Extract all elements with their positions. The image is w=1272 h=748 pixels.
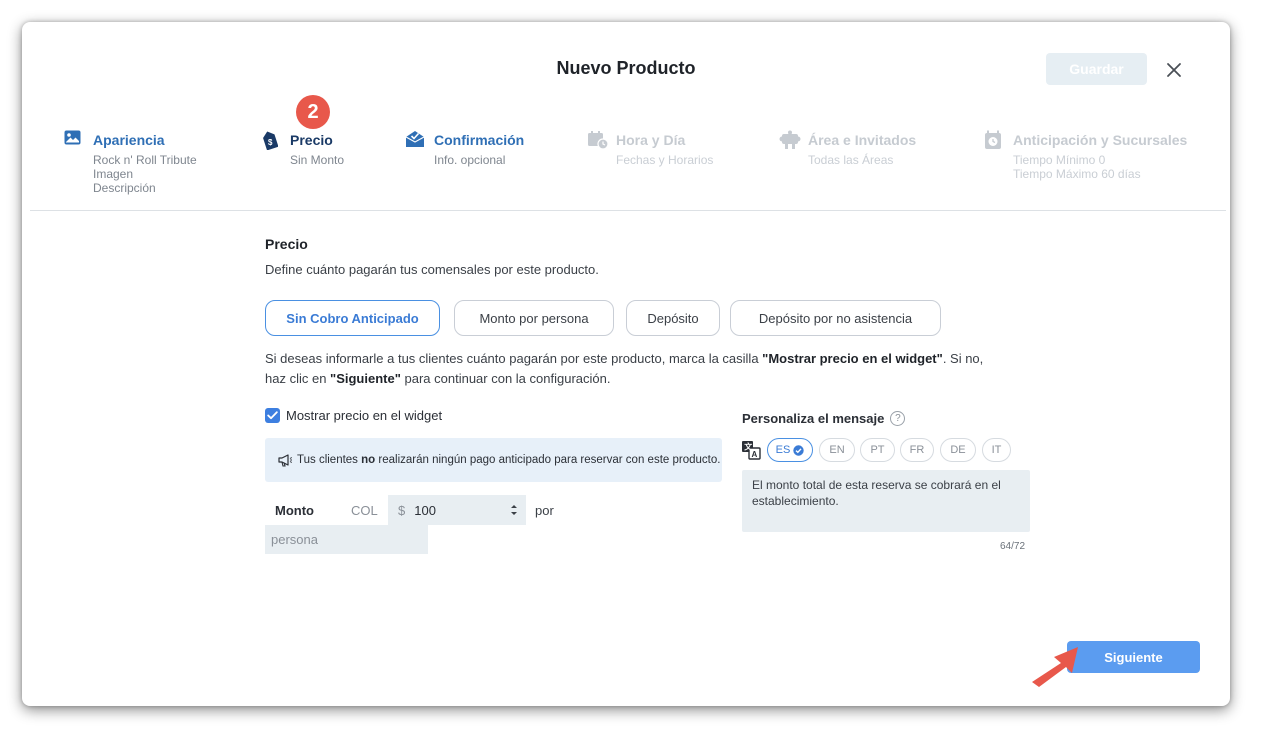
notice-text-part: realizarán ningún pago anticipado para r… <box>375 453 721 466</box>
timer-icon <box>984 130 1002 149</box>
step-label: Anticipación y Sucursales <box>1013 132 1188 148</box>
stepper-divider <box>30 210 1226 211</box>
step-sub-line: Todas las Áreas <box>808 153 894 167</box>
envelope-check-icon <box>405 130 425 148</box>
show-price-checkbox-row[interactable]: Mostrar precio en el widget <box>265 408 442 423</box>
info-text-part: Si deseas informarle a tus clientes cuán… <box>265 351 763 366</box>
step-sub: Tiempo Mínimo 0 Tiempo Máximo 60 días <box>1013 153 1141 181</box>
custom-message-textarea[interactable]: El monto total de esta reserva se cobrar… <box>742 470 1030 532</box>
calendar-clock-icon <box>587 130 609 150</box>
option-sin-cobro-anticipado[interactable]: Sin Cobro Anticipado <box>265 300 440 336</box>
info-text-bold: "Siguiente" <box>330 371 401 386</box>
show-price-checkbox[interactable] <box>265 408 280 423</box>
step-label: Precio <box>290 132 333 148</box>
customize-message-title: Personaliza el mensaje ? <box>742 411 906 426</box>
number-spinner-icon[interactable] <box>510 503 518 517</box>
per-label: por <box>535 503 554 518</box>
step-label: Hora y Día <box>616 132 686 148</box>
check-icon <box>267 411 278 420</box>
language-it[interactable]: IT <box>982 438 1011 462</box>
next-button[interactable]: Siguiente <box>1067 641 1200 673</box>
price-tag-icon: $ <box>261 130 279 151</box>
step-sub: Rock n' Roll Tribute Imagen Descripción <box>93 153 197 195</box>
step-sub: Sin Monto <box>290 153 344 167</box>
new-product-modal: Nuevo Producto Guardar 2 Apariencia Rock… <box>22 22 1230 706</box>
per-unit-select[interactable]: persona <box>265 525 428 554</box>
notice-text: Tus clientes no realizarán ningún pago a… <box>297 453 720 468</box>
show-price-label: Mostrar precio en el widget <box>286 408 443 423</box>
language-label: ES <box>775 444 791 456</box>
price-section-title: Precio <box>265 236 308 252</box>
image-icon <box>64 130 82 148</box>
area-guests-icon <box>779 130 801 149</box>
step-sub: Fechas y Horarios <box>616 153 713 167</box>
save-button[interactable]: Guardar <box>1046 53 1147 85</box>
option-monto-por-persona[interactable]: Monto por persona <box>454 300 614 336</box>
svg-text:$: $ <box>268 138 273 147</box>
step-sub-line: Tiempo Mínimo 0 <box>1013 153 1106 167</box>
close-icon[interactable] <box>1162 58 1186 82</box>
step-label: Confirmación <box>434 132 525 148</box>
svg-text:A: A <box>752 450 758 459</box>
language-en[interactable]: EN <box>819 438 855 462</box>
info-text-part: para continuar con la configuración. <box>400 371 611 386</box>
character-counter: 64/72 <box>1000 541 1026 552</box>
active-step-badge: 2 <box>296 95 330 129</box>
step-sub-line: Descripción <box>93 181 156 195</box>
megaphone-icon <box>277 452 293 468</box>
translate-icon: 文A <box>741 440 761 460</box>
currency-code: COL <box>351 503 378 518</box>
price-section-description: Define cuánto pagarán tus comensales por… <box>265 262 599 277</box>
step-sub-line: Sin Monto <box>290 153 345 167</box>
no-prepayment-notice: Tus clientes no realizarán ningún pago a… <box>265 438 722 482</box>
step-sub-line: Tiempo Máximo 60 días <box>1013 167 1141 181</box>
help-icon[interactable]: ? <box>890 411 906 426</box>
language-es[interactable]: ES <box>767 438 813 462</box>
step-sub: Todas las Áreas <box>808 153 893 167</box>
step-sub-line: Fechas y Horarios <box>616 153 714 167</box>
language-de[interactable]: DE <box>940 438 976 462</box>
info-text-bold: "Mostrar precio en el widget" <box>762 351 943 366</box>
language-fr[interactable]: FR <box>900 438 934 462</box>
step-sub-line: Imagen <box>93 167 134 181</box>
customize-message-label: Personaliza el mensaje <box>742 411 885 426</box>
step-sub: Info. opcional <box>434 153 505 167</box>
option-deposito[interactable]: Depósito <box>626 300 720 336</box>
step-label: Área e Invitados <box>808 132 917 148</box>
step-sub-line: Info. opcional <box>434 153 506 167</box>
notice-text-part: Tus clientes <box>297 453 362 466</box>
verified-check-icon <box>793 444 805 456</box>
step-label: Apariencia <box>93 132 165 148</box>
price-info-text: Si deseas informarle a tus clientes cuán… <box>265 349 995 389</box>
option-deposito-no-asistencia[interactable]: Depósito por no asistencia <box>730 300 941 336</box>
pointer-arrow-icon <box>1028 644 1080 688</box>
amount-field[interactable]: $ <box>388 495 526 525</box>
currency-symbol: $ <box>398 502 406 518</box>
amount-label: Monto <box>275 503 314 518</box>
step-sub-line: Rock n' Roll Tribute <box>93 153 197 167</box>
language-pt[interactable]: PT <box>860 438 895 462</box>
amount-input[interactable] <box>414 502 495 518</box>
notice-text-bold: no <box>361 453 376 466</box>
